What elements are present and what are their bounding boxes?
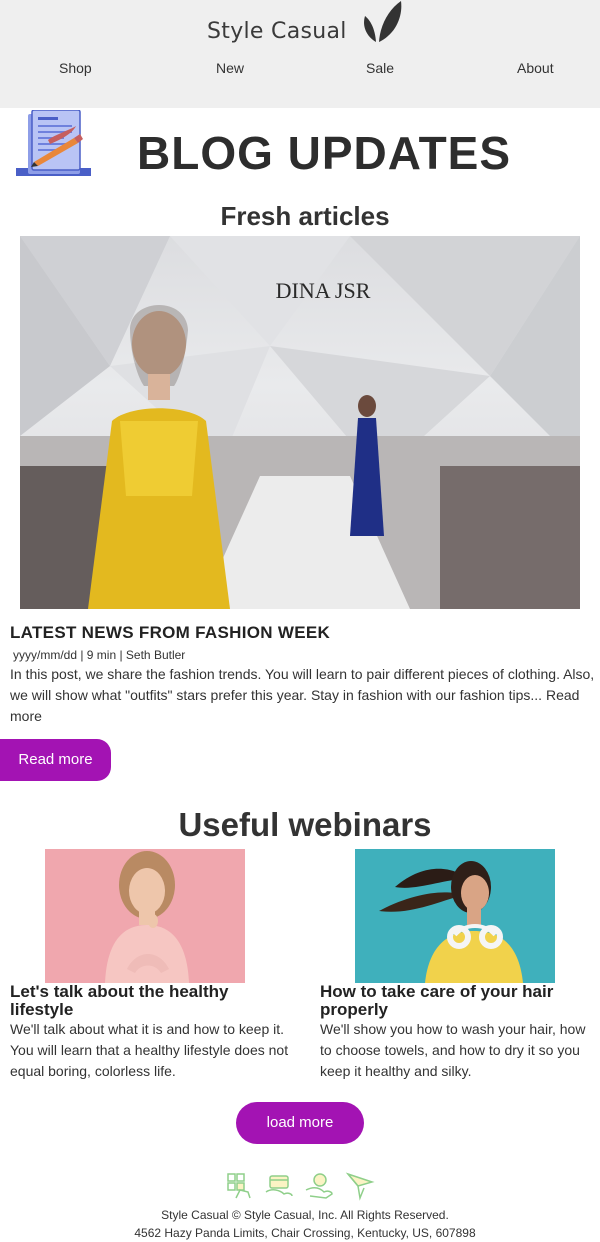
paper-plane-icon[interactable] — [342, 1168, 376, 1202]
article-excerpt: In this post, we share the fashion trend… — [10, 664, 598, 727]
nav-new[interactable]: New — [216, 60, 244, 76]
section-title-webinars: Useful webinars — [178, 806, 432, 843]
money-hand-icon[interactable] — [302, 1168, 336, 1202]
card-hand-icon[interactable] — [262, 1168, 296, 1202]
webinar-image-lifestyle[interactable] — [45, 849, 245, 983]
webinar-title-hair-care[interactable]: How to take care of your hair properly — [320, 983, 600, 1019]
blog-document-pen-icon — [16, 110, 91, 176]
runway-illustration: DINA JSR — [20, 236, 580, 609]
nav-sale[interactable]: Sale — [366, 60, 394, 76]
article-meta: yyyy/mm/dd | 9 min | Seth Butler — [13, 648, 186, 662]
hero-sign-text: DINA JSR — [276, 278, 371, 303]
woman-hair-illustration — [355, 849, 555, 983]
grid-hand-icon[interactable] — [222, 1168, 256, 1202]
read-more-button[interactable]: Read more — [0, 739, 111, 781]
webinar-title-lifestyle[interactable]: Let's talk about the healthy lifestyle — [10, 983, 290, 1019]
hero-image[interactable]: DINA JSR — [20, 236, 580, 609]
load-more-button[interactable]: load more — [236, 1102, 364, 1144]
footer-address: 4562 Hazy Panda Limits, Chair Crossing, … — [134, 1226, 476, 1240]
webinar-text-hair-care: We'll show you how to wash your hair, ho… — [320, 1021, 586, 1079]
webinar-text-lifestyle: We'll talk about what it is and how to k… — [10, 1021, 289, 1079]
page-title: BLOG UPDATES — [137, 127, 512, 179]
nav-about[interactable]: About — [517, 60, 554, 76]
nav-shop[interactable]: Shop — [59, 60, 92, 76]
article-body-text: In this post, we share the fashion trend… — [10, 666, 595, 703]
article-title: LATEST NEWS FROM FASHION WEEK — [10, 623, 331, 642]
leaf-icon — [364, 1, 402, 42]
brand-name: Style Casual — [207, 19, 347, 44]
main-nav: Shop New Sale About — [0, 60, 600, 78]
webinar-image-hair-care[interactable] — [355, 849, 555, 983]
footer-copyright: Style Casual © Style Casual, Inc. All Ri… — [161, 1208, 449, 1222]
brand-logo[interactable]: Style Casual — [206, 0, 406, 50]
woman-portrait-illustration — [45, 849, 245, 983]
header: Style Casual Shop New Sale About — [0, 0, 600, 108]
section-title-fresh: Fresh articles — [220, 201, 390, 231]
